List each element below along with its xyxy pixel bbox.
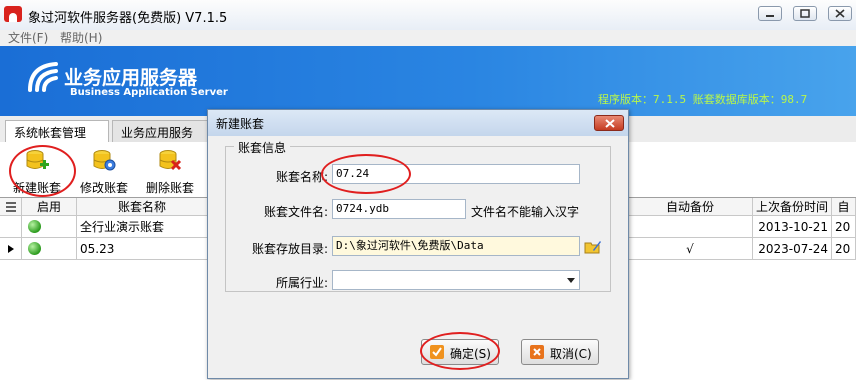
- chevron-down-icon: [567, 278, 575, 283]
- tab-business-service[interactable]: 业务应用服务: [112, 120, 212, 142]
- header-auto-backup[interactable]: 自动备份: [628, 198, 753, 216]
- header-next-column[interactable]: 自: [832, 198, 856, 216]
- title-bar: 象过河软件服务器(免费版) V7.1.5: [0, 0, 856, 31]
- file-name-hint: 文件名不能输入汉字: [471, 205, 580, 219]
- window-title: 象过河软件服务器(免费版) V7.1.5: [28, 11, 228, 26]
- dialog-close-button[interactable]: [594, 115, 624, 131]
- row-enabled-cell: [22, 238, 77, 260]
- cancel-button-label: 取消(C): [550, 347, 592, 361]
- file-name-input[interactable]: 0724.ydb: [332, 199, 466, 219]
- account-name-label: 账套名称:: [275, 170, 328, 184]
- menu-bar: 文件(F) 帮助(H): [0, 30, 856, 46]
- header-account-name[interactable]: 账套名称: [77, 198, 208, 216]
- storage-dir-label: 账套存放目录:: [251, 242, 328, 256]
- grid-menu-icon[interactable]: [0, 198, 22, 216]
- annotation-circle-new-button: [9, 145, 76, 197]
- table-row[interactable]: 05.23: [77, 238, 208, 260]
- file-name-label: 账套文件名:: [263, 205, 328, 219]
- row-last-backup: 2023-07-24: [753, 238, 832, 260]
- tab-account-management[interactable]: 系统帐套管理: [5, 120, 109, 143]
- header-banner: 业务应用服务器 Business Application Server 程序版本…: [0, 46, 856, 116]
- enabled-status-icon: [28, 220, 41, 233]
- annotation-circle-ok-button: [420, 332, 500, 370]
- header-last-backup[interactable]: 上次备份时间: [753, 198, 832, 216]
- enabled-status-icon: [28, 242, 41, 255]
- row-auto-backup: [628, 216, 753, 238]
- table-row[interactable]: 全行业演示账套: [77, 216, 208, 238]
- row-indicator-current: [0, 238, 22, 260]
- version-info: 程序版本：7.1.5 账套数据库版本：98.7: [598, 93, 808, 106]
- dialog-title-bar: 新建账套: [208, 110, 628, 136]
- minimize-button[interactable]: [758, 6, 782, 21]
- row-next: 20: [832, 216, 856, 238]
- delete-account-label: 删除账套: [145, 181, 194, 195]
- delete-account-button[interactable]: 删除账套: [140, 148, 200, 195]
- edit-account-button[interactable]: 修改账套: [74, 148, 134, 195]
- cancel-icon: [530, 345, 544, 359]
- group-title: 账套信息: [234, 139, 291, 156]
- app-icon: [4, 6, 22, 22]
- menu-help[interactable]: 帮助(H): [60, 30, 102, 46]
- new-account-dialog: 新建账套 账套信息 账套名称: 07.24 账套文件名: 0724.ydb 文件…: [207, 109, 629, 379]
- current-row-arrow-icon: [8, 245, 14, 253]
- browse-folder-icon[interactable]: [584, 238, 602, 256]
- close-window-button[interactable]: [828, 6, 852, 21]
- cancel-button[interactable]: 取消(C): [521, 339, 599, 365]
- row-enabled-cell: [22, 216, 77, 238]
- row-next: 20: [832, 238, 856, 260]
- maximize-button[interactable]: [793, 6, 817, 21]
- row-indicator: [0, 216, 22, 238]
- banner-subtitle: Business Application Server: [70, 87, 228, 98]
- annotation-circle-name-field: [321, 154, 411, 194]
- edit-account-label: 修改账套: [79, 181, 128, 195]
- database-settings-icon: [93, 150, 116, 171]
- header-enabled[interactable]: 启用: [22, 198, 77, 216]
- storage-dir-input[interactable]: D:\象过河软件\免费版\Data: [332, 236, 580, 256]
- menu-file[interactable]: 文件(F): [8, 30, 48, 46]
- banner-title: 业务应用服务器: [64, 67, 198, 89]
- dialog-title: 新建账套: [216, 117, 265, 131]
- industry-select[interactable]: [332, 270, 580, 290]
- logo-icon: [28, 62, 58, 92]
- close-icon: [605, 119, 615, 128]
- row-auto-backup: √: [628, 238, 753, 260]
- industry-label: 所属行业:: [275, 276, 328, 290]
- database-delete-icon: [159, 150, 182, 171]
- row-last-backup: 2013-10-21: [753, 216, 832, 238]
